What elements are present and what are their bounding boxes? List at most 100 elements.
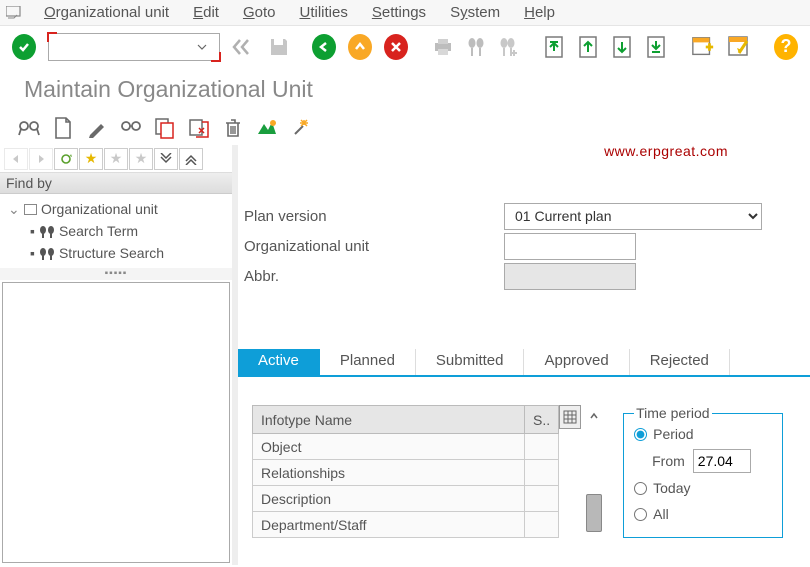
tab-rejected[interactable]: Rejected <box>630 349 730 375</box>
overview-icon[interactable] <box>256 117 278 139</box>
abbr-input[interactable] <box>504 263 636 290</box>
menu-dropdown-icon[interactable] <box>6 6 24 20</box>
table-row[interactable]: Department/Staff <box>253 512 559 538</box>
radio-all[interactable]: All <box>634 501 772 527</box>
app-toolbar <box>0 111 810 145</box>
tab-active[interactable]: Active <box>238 349 320 375</box>
nav-collapse-icon[interactable] <box>154 148 178 170</box>
print-icon[interactable] <box>432 35 454 59</box>
command-input[interactable] <box>49 39 197 55</box>
time-period-legend: Time period <box>634 405 711 421</box>
exit-icon[interactable] <box>348 35 372 59</box>
binoculars-icon <box>39 246 55 260</box>
watermark: www.erpgreat.com <box>604 143 728 159</box>
page-title: Maintain Organizational Unit <box>0 68 810 111</box>
menu-help[interactable]: Help <box>512 4 567 21</box>
change-icon[interactable] <box>86 117 108 139</box>
cell-infotype: Object <box>253 434 525 460</box>
status-tabs: Active Planned Submitted Approved Reject… <box>238 349 810 377</box>
org-unit-input[interactable] <box>504 233 636 260</box>
display2-icon[interactable] <box>120 117 142 139</box>
cell-s <box>525 486 559 512</box>
table-scrollbar[interactable] <box>583 405 605 538</box>
nav-buttons: ★ ★ ★ <box>0 145 232 173</box>
tree-item-label: Structure Search <box>59 242 164 264</box>
nav-back-icon[interactable] <box>4 148 28 170</box>
radio-all-input[interactable] <box>634 508 647 521</box>
table-settings-icon[interactable] <box>559 405 581 429</box>
copy-icon[interactable] <box>154 117 176 139</box>
menu-edit[interactable]: Edit <box>181 4 231 21</box>
save-icon[interactable] <box>268 35 290 59</box>
plan-version-label: Plan version <box>242 208 504 225</box>
tree-search-term[interactable]: ▪ Search Term <box>2 220 230 242</box>
tab-approved[interactable]: Approved <box>524 349 629 375</box>
help-icon[interactable]: ? <box>774 35 798 59</box>
first-page-icon[interactable] <box>543 35 565 59</box>
plan-version-select[interactable]: 01 Current plan <box>504 203 762 230</box>
table-row[interactable]: Description <box>253 486 559 512</box>
scroll-thumb[interactable] <box>586 494 602 532</box>
delete-icon[interactable] <box>222 117 244 139</box>
th-infotype-name[interactable]: Infotype Name <box>253 406 525 434</box>
nav-fwd-icon[interactable] <box>29 148 53 170</box>
cell-infotype: Relationships <box>253 460 525 486</box>
menu-goto[interactable]: Goto <box>231 4 288 21</box>
radio-period-input[interactable] <box>634 428 647 441</box>
table-row[interactable]: Relationships <box>253 460 559 486</box>
next-page-icon[interactable] <box>611 35 633 59</box>
create-shortcut-icon[interactable] <box>727 35 751 59</box>
actions-icon[interactable] <box>290 117 312 139</box>
menu-settings[interactable]: Settings <box>360 4 438 21</box>
splitter-handle[interactable]: ▪▪▪▪▪ <box>0 268 232 280</box>
abbr-label: Abbr. <box>242 268 504 285</box>
find-icon[interactable] <box>466 35 486 59</box>
nav-fav-icon[interactable]: ★ <box>79 148 103 170</box>
nav-fav-add-icon[interactable]: ★ <box>104 148 128 170</box>
command-field[interactable] <box>48 33 220 61</box>
delimit-icon[interactable] <box>188 117 210 139</box>
radio-today-input[interactable] <box>634 482 647 495</box>
menu-org-unit[interactable]: Organizational unit <box>32 4 181 21</box>
find-next-icon[interactable] <box>498 35 520 59</box>
menu-utilities[interactable]: Utilities <box>287 4 359 21</box>
menu-system[interactable]: System <box>438 4 512 21</box>
cancel-icon[interactable] <box>384 35 408 59</box>
cell-s <box>525 434 559 460</box>
scroll-up-icon[interactable] <box>583 405 605 427</box>
cell-s <box>525 512 559 538</box>
create-icon[interactable] <box>52 117 74 139</box>
result-list[interactable] <box>2 282 230 563</box>
binoculars-icon <box>39 224 55 238</box>
right-pane: www.erpgreat.com Plan version 01 Current… <box>238 145 810 565</box>
th-s[interactable]: S.. <box>525 406 559 434</box>
nav-fav-list-icon[interactable]: ★ <box>129 148 153 170</box>
nav-expand-icon[interactable] <box>179 148 203 170</box>
table-row[interactable]: Object <box>253 434 559 460</box>
radio-period-label: Period <box>653 426 693 442</box>
row-abbr: Abbr. <box>242 261 806 291</box>
prev-page-icon[interactable] <box>577 35 599 59</box>
enter-icon[interactable] <box>12 35 36 59</box>
tree-expand-icon[interactable]: ⌄ <box>8 198 20 220</box>
menubar: Organizational unit Edit Goto Utilities … <box>0 0 810 26</box>
display-icon[interactable] <box>18 117 40 139</box>
tab-planned[interactable]: Planned <box>320 349 416 375</box>
content-area: ★ ★ ★ Find by ⌄ Organizational unit ▪ Se… <box>0 145 810 565</box>
command-dropdown-icon[interactable] <box>197 44 219 50</box>
last-page-icon[interactable] <box>645 35 667 59</box>
from-date-input[interactable] <box>693 449 751 473</box>
tree-root[interactable]: ⌄ Organizational unit <box>2 198 230 220</box>
new-session-icon[interactable] <box>691 35 715 59</box>
find-by-tree: ⌄ Organizational unit ▪ Search Term ▪ St… <box>0 194 232 268</box>
collapse-icon[interactable] <box>230 37 252 57</box>
radio-today[interactable]: Today <box>634 475 772 501</box>
infotype-block: Infotype Name S.. Object Relationships D… <box>238 405 605 538</box>
back-icon[interactable] <box>312 35 336 59</box>
tree-structure-search[interactable]: ▪ Structure Search <box>2 242 230 264</box>
radio-period[interactable]: Period <box>634 421 772 447</box>
nav-refresh-icon[interactable] <box>54 148 78 170</box>
tab-submitted[interactable]: Submitted <box>416 349 525 375</box>
infotype-table: Infotype Name S.. Object Relationships D… <box>252 405 559 538</box>
org-unit-icon <box>24 204 37 215</box>
